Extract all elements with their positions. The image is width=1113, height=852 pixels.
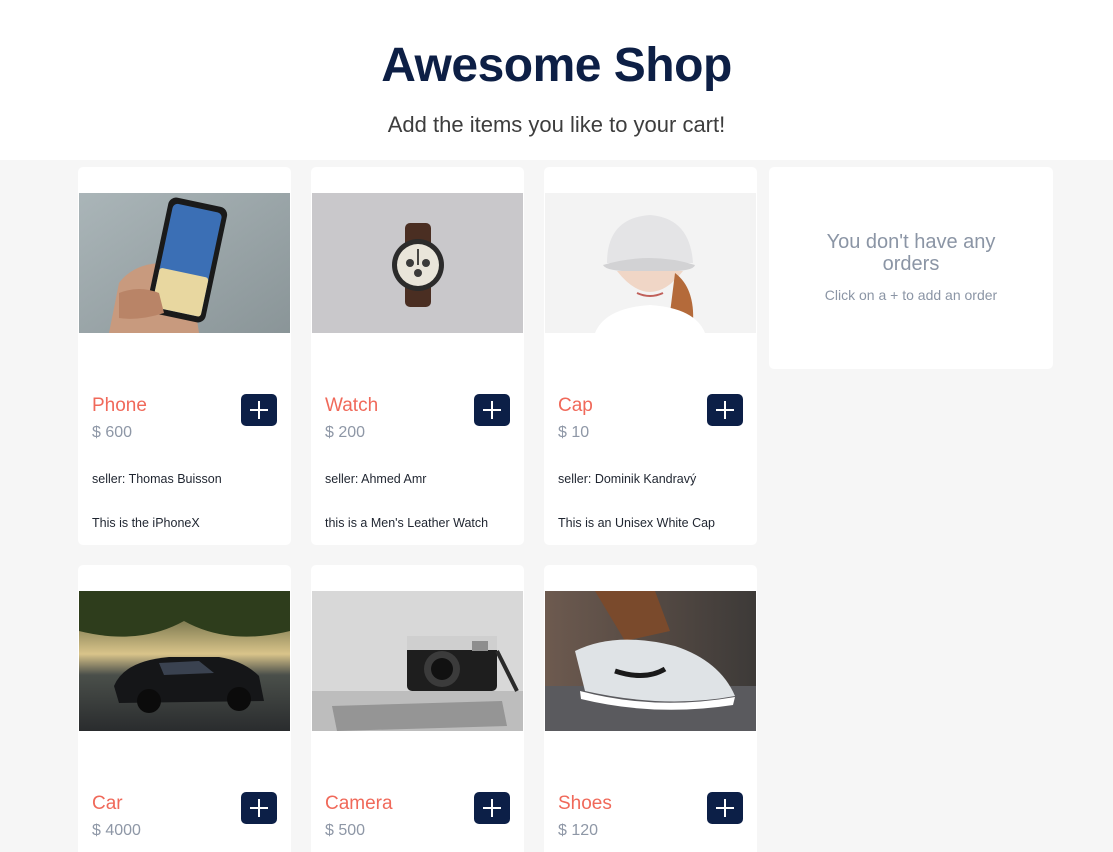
product-price: $ 200 <box>325 424 366 441</box>
product-description: This is an Unisex White Cap <box>558 516 716 530</box>
product-name: Cap <box>558 395 593 416</box>
product-price: $ 500 <box>325 822 366 839</box>
product-seller: seller: Thomas Buisson <box>92 472 222 486</box>
sneakers-photo <box>545 591 756 731</box>
product-price: $ 120 <box>558 822 599 839</box>
page-subtitle: Add the items you like to your cart! <box>387 112 726 137</box>
product-card-phone: Phone $ 600 seller: Thomas Buisson This … <box>78 167 291 545</box>
product-name: Camera <box>325 793 393 814</box>
product-description: this is a Men's Leather Watch <box>325 516 489 530</box>
add-to-cart-button[interactable] <box>707 792 743 824</box>
product-card-cap: Cap $ 10 seller: Dominik Kandravý This i… <box>544 167 757 545</box>
product-description: This is the iPhoneX <box>92 516 200 530</box>
product-seller: seller: Dominik Kandravý <box>558 472 697 486</box>
product-card-car: Car $ 4000 <box>78 565 291 852</box>
product-card-camera: Camera $ 500 <box>311 565 524 852</box>
wristwatch-photo <box>312 193 523 333</box>
page-header: Awesome Shop Add the items you like to y… <box>0 0 1113 160</box>
white-cap-photo <box>545 193 756 333</box>
add-to-cart-button[interactable] <box>474 792 510 824</box>
empty-orders-message: You don't have any orders <box>826 231 996 275</box>
product-price: $ 4000 <box>92 822 141 839</box>
add-to-cart-button[interactable] <box>474 394 510 426</box>
product-name: Car <box>92 793 123 814</box>
product-price: $ 10 <box>558 424 590 441</box>
product-seller: seller: Ahmed Amr <box>325 472 427 486</box>
orders-hint: Click on a + to add an order <box>824 287 998 303</box>
product-price: $ 600 <box>92 424 133 441</box>
phone-in-hand-photo <box>79 193 290 333</box>
page-title: Awesome Shop <box>381 39 732 92</box>
black-car-photo <box>79 591 290 731</box>
product-name: Shoes <box>558 793 612 814</box>
product-card-shoes: Shoes $ 120 <box>544 565 757 852</box>
add-to-cart-button[interactable] <box>707 394 743 426</box>
product-card-watch: Watch $ 200 seller: Ahmed Amr this is a … <box>311 167 524 545</box>
add-to-cart-button[interactable] <box>241 394 277 426</box>
add-to-cart-button[interactable] <box>241 792 277 824</box>
camera-photo <box>312 591 523 731</box>
product-name: Watch <box>325 395 379 416</box>
product-name: Phone <box>92 395 147 416</box>
orders-panel: You don't have any orders Click on a + t… <box>769 167 1053 369</box>
